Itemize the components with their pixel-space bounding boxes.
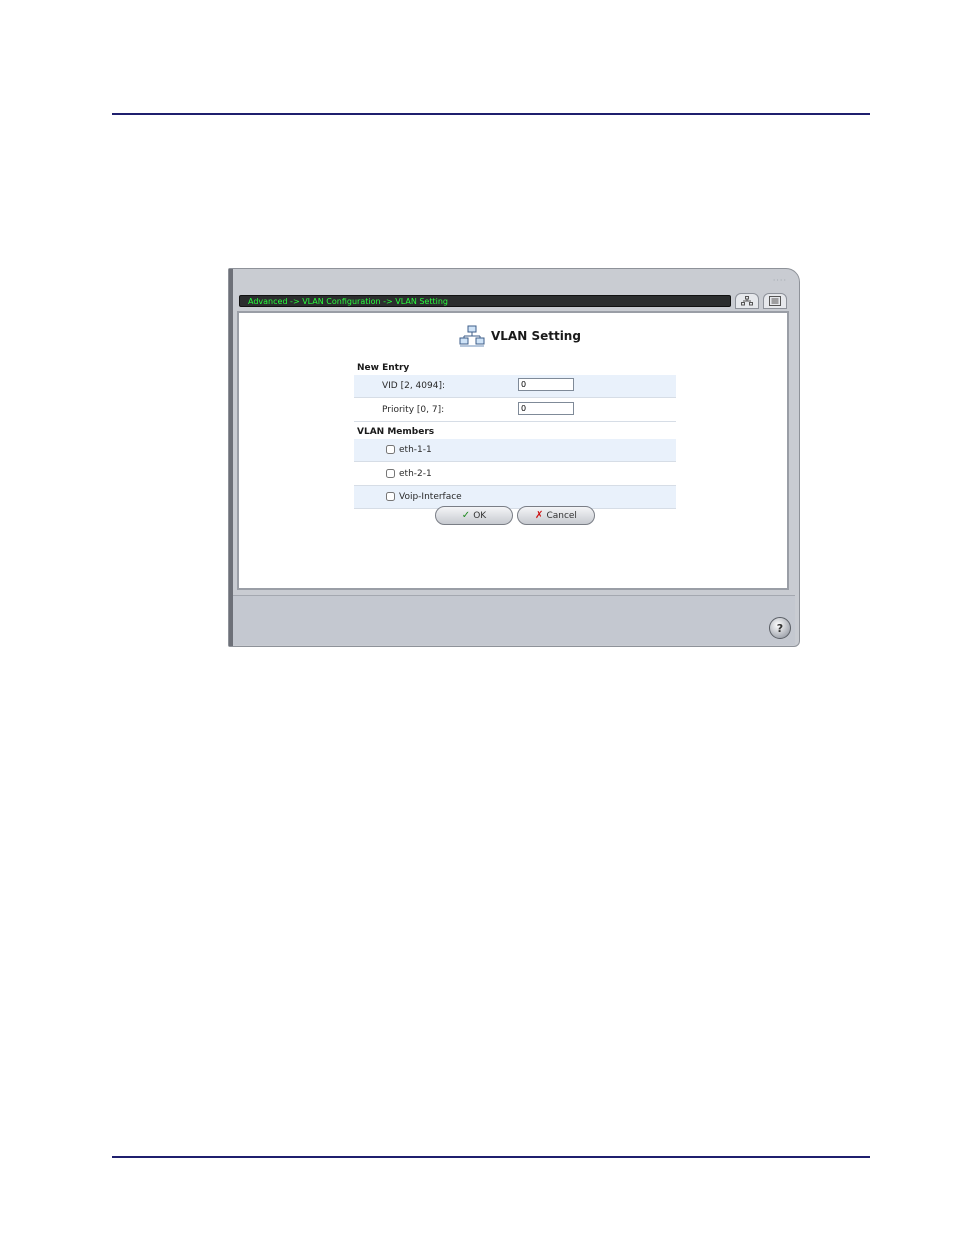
page-title: VLAN Setting xyxy=(491,329,581,343)
voip-interface-label: Voip-Interface xyxy=(399,492,462,502)
eth-2-1-checkbox[interactable] xyxy=(386,469,395,478)
member-row-eth-1-1: eth-1-1 xyxy=(354,439,676,462)
voip-interface-checkbox[interactable] xyxy=(386,492,395,501)
priority-label: Priority [0, 7]: xyxy=(382,405,445,415)
network-map-tab[interactable] xyxy=(735,293,759,309)
vid-row: VID [2, 4094]: xyxy=(354,375,676,398)
vid-input[interactable] xyxy=(518,378,574,391)
eth-1-1-label: eth-1-1 xyxy=(399,445,432,455)
title-area: VLAN Setting xyxy=(459,325,581,347)
network-map-icon xyxy=(741,296,753,306)
window-footer: ? xyxy=(233,595,795,645)
window-left-edge xyxy=(229,269,233,646)
member-row-voip-interface: Voip-Interface xyxy=(354,486,676,509)
eth-2-1-label: eth-2-1 xyxy=(399,469,432,479)
app-window: ···· Advanced -> VLAN Configuration -> V… xyxy=(228,268,800,647)
cancel-button-label: Cancel xyxy=(546,510,577,521)
network-icon xyxy=(459,325,485,347)
cancel-button[interactable]: ✗ Cancel xyxy=(517,506,595,525)
help-icon: ? xyxy=(776,621,784,635)
new-entry-heading: New Entry xyxy=(357,363,410,373)
checkmark-icon: ✓ xyxy=(461,510,471,521)
vid-label: VID [2, 4094]: xyxy=(382,381,446,391)
x-icon: ✗ xyxy=(535,510,544,521)
priority-input[interactable] xyxy=(518,402,574,415)
list-view-tab[interactable] xyxy=(763,293,787,309)
ok-button[interactable]: ✓ OK xyxy=(435,506,513,525)
ok-button-label: OK xyxy=(473,510,487,521)
page-footer-rule xyxy=(112,1156,870,1158)
member-row-eth-2-1: eth-2-1 xyxy=(354,463,676,486)
vlan-members-heading: VLAN Members xyxy=(357,427,435,437)
priority-row: Priority [0, 7]: xyxy=(354,399,676,422)
window-grip[interactable]: ···· xyxy=(773,276,787,285)
list-view-icon xyxy=(769,296,781,306)
page-header-rule xyxy=(112,113,870,115)
help-button[interactable]: ? xyxy=(769,617,791,639)
breadcrumb: Advanced -> VLAN Configuration -> VLAN S… xyxy=(239,295,731,307)
eth-1-1-checkbox[interactable] xyxy=(386,445,395,454)
main-content: VLAN Setting New Entry VID [2, 4094]: Pr… xyxy=(237,311,789,590)
